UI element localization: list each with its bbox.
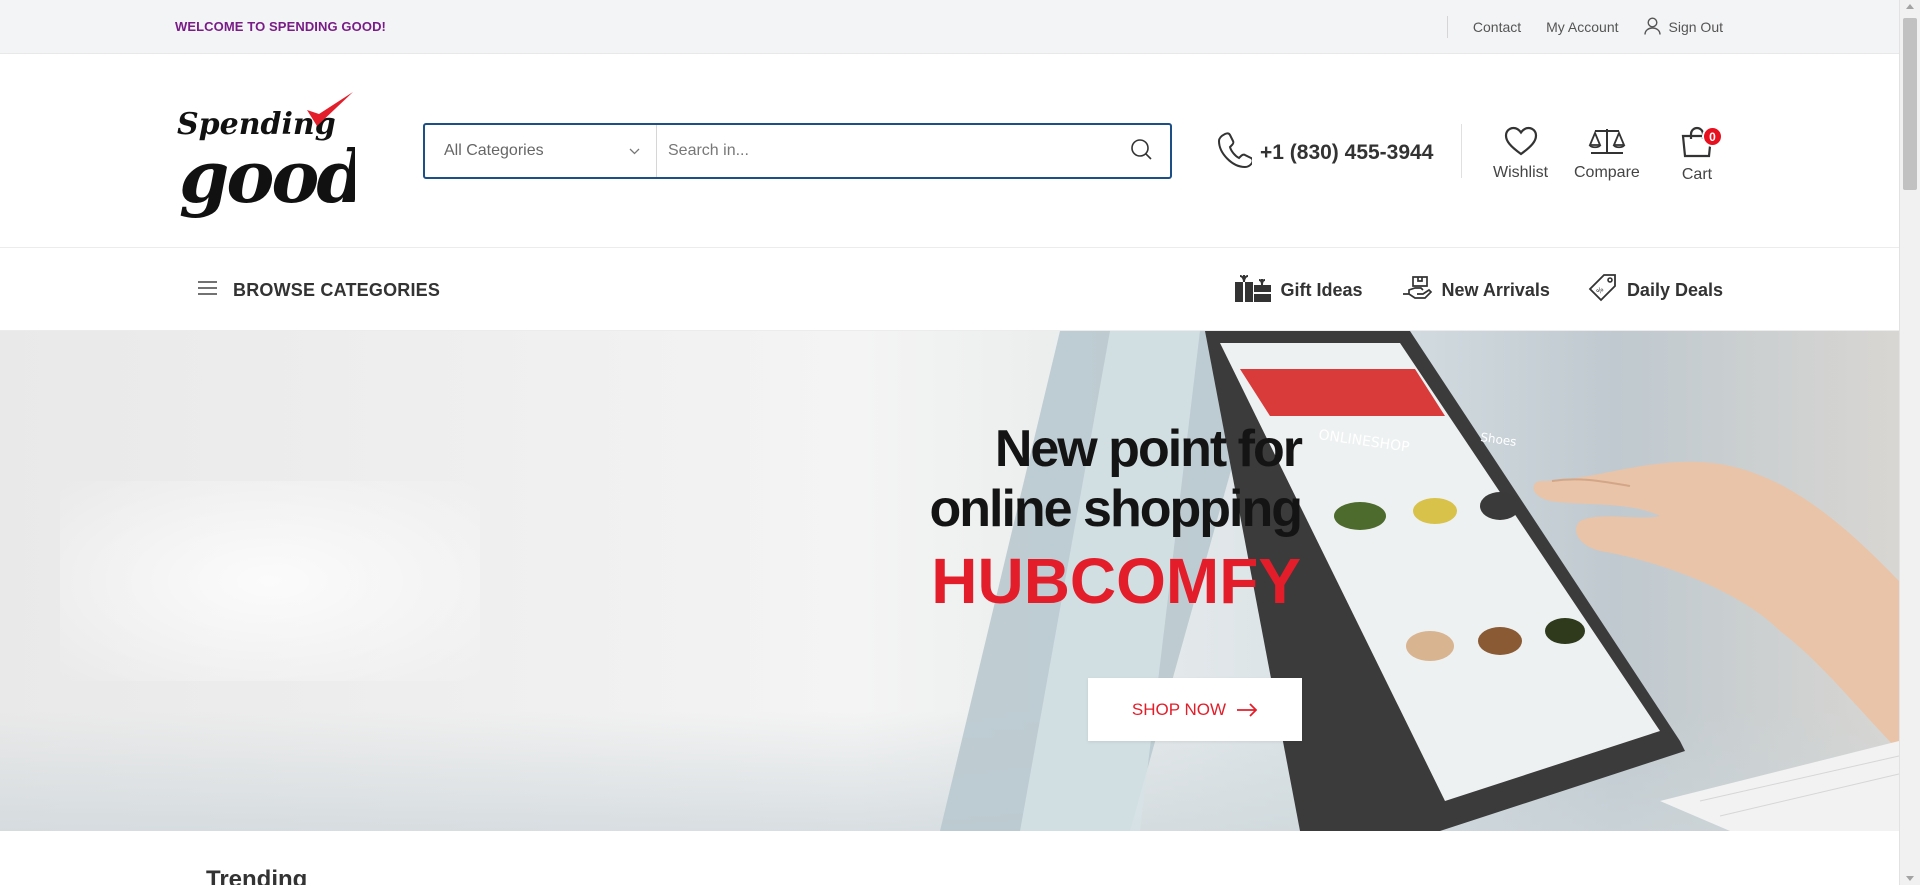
- arrow-right-icon: [1236, 702, 1258, 717]
- scroll-up-arrow-icon[interactable]: [1906, 4, 1914, 9]
- page-scrollbar[interactable]: [1899, 0, 1920, 885]
- nav-daily-deals[interactable]: % Daily Deals: [1588, 273, 1723, 308]
- gift-ideas-label: Gift Ideas: [1280, 279, 1363, 300]
- header: Spending good All Categories Search in..…: [0, 54, 1899, 248]
- shop-now-button[interactable]: SHOP NOW: [1088, 678, 1302, 741]
- phone-number: +1 (830) 455-3944: [1260, 140, 1434, 164]
- header-divider: [1461, 124, 1462, 178]
- phone-contact[interactable]: +1 (830) 455-3944: [1217, 132, 1434, 173]
- svg-text:%: %: [1595, 285, 1606, 296]
- cart-icon: 0: [1680, 126, 1723, 163]
- delivery-hand-icon: [1401, 274, 1433, 307]
- price-tag-icon: %: [1588, 273, 1618, 308]
- browse-categories-button[interactable]: BROWSE CATEGORIES: [198, 249, 440, 331]
- heart-icon: [1504, 126, 1538, 161]
- top-links: Contact My Account Sign Out: [1446, 0, 1723, 54]
- scroll-down-arrow-icon[interactable]: [1906, 876, 1914, 881]
- cart-count-badge: 0: [1702, 126, 1723, 147]
- hero-text: New point for online shopping HUBCOMFY: [929, 419, 1303, 621]
- search-button[interactable]: [1112, 125, 1170, 177]
- top-divider: [1446, 16, 1448, 38]
- shop-now-label: SHOP NOW: [1131, 699, 1227, 719]
- hero-banner: ONLINESHOP Shoes New point for online sh…: [0, 331, 1899, 831]
- search-input[interactable]: [657, 125, 1112, 177]
- new-arrivals-label: New Arrivals: [1441, 279, 1550, 300]
- top-bar: WELCOME TO SPENDING GOOD! Contact My Acc…: [0, 0, 1899, 54]
- logo-text-bottom: good: [179, 134, 355, 218]
- nav-gift-ideas[interactable]: Gift Ideas: [1234, 273, 1363, 308]
- sign-out-label: Sign Out: [1668, 19, 1723, 35]
- welcome-message: WELCOME TO SPENDING GOOD!: [175, 19, 386, 34]
- hero-headline-line1: New point for: [994, 420, 1303, 478]
- scrollbar-thumb[interactable]: [1903, 18, 1917, 190]
- category-select[interactable]: All Categories: [425, 125, 657, 177]
- hero-brand-name: HUBCOMFY: [931, 545, 1301, 617]
- contact-link[interactable]: Contact: [1473, 19, 1521, 35]
- search-bar: All Categories: [423, 123, 1172, 179]
- browse-categories-label: BROWSE CATEGORIES: [233, 279, 441, 300]
- phone-icon: [1217, 132, 1254, 173]
- spending-good-logo[interactable]: Spending good: [175, 90, 368, 219]
- sign-out-link[interactable]: Sign Out: [1643, 16, 1723, 38]
- compare-button[interactable]: Compare: [1574, 126, 1640, 182]
- cart-label: Cart: [1681, 166, 1713, 183]
- cart-button[interactable]: 0 Cart: [1680, 126, 1723, 184]
- chevron-down-icon: [629, 142, 640, 160]
- page: WELCOME TO SPENDING GOOD! Contact My Acc…: [0, 0, 1899, 885]
- nav-links: Gift Ideas New Arrivals % Daily Deals: [1196, 249, 1723, 331]
- my-account-link[interactable]: My Account: [1546, 19, 1618, 35]
- category-nav: BROWSE CATEGORIES Gift Ideas New Arrival…: [0, 249, 1899, 331]
- nav-new-arrivals[interactable]: New Arrivals: [1401, 274, 1550, 307]
- wishlist-label: Wishlist: [1493, 164, 1549, 181]
- wishlist-button[interactable]: Wishlist: [1493, 126, 1548, 182]
- compare-label: Compare: [1574, 164, 1640, 181]
- category-select-value: All Categories: [444, 142, 544, 159]
- user-icon: [1643, 16, 1661, 38]
- hamburger-menu-icon: [198, 280, 217, 300]
- search-icon: [1130, 138, 1152, 165]
- hero-background-blur: [60, 481, 480, 681]
- gift-icon: [1234, 273, 1272, 308]
- daily-deals-label: Daily Deals: [1626, 279, 1723, 300]
- compare-scale-icon: [1587, 126, 1627, 161]
- hero-headline-line2: online shopping: [929, 480, 1303, 538]
- trending-section-title: Trending: [206, 866, 308, 885]
